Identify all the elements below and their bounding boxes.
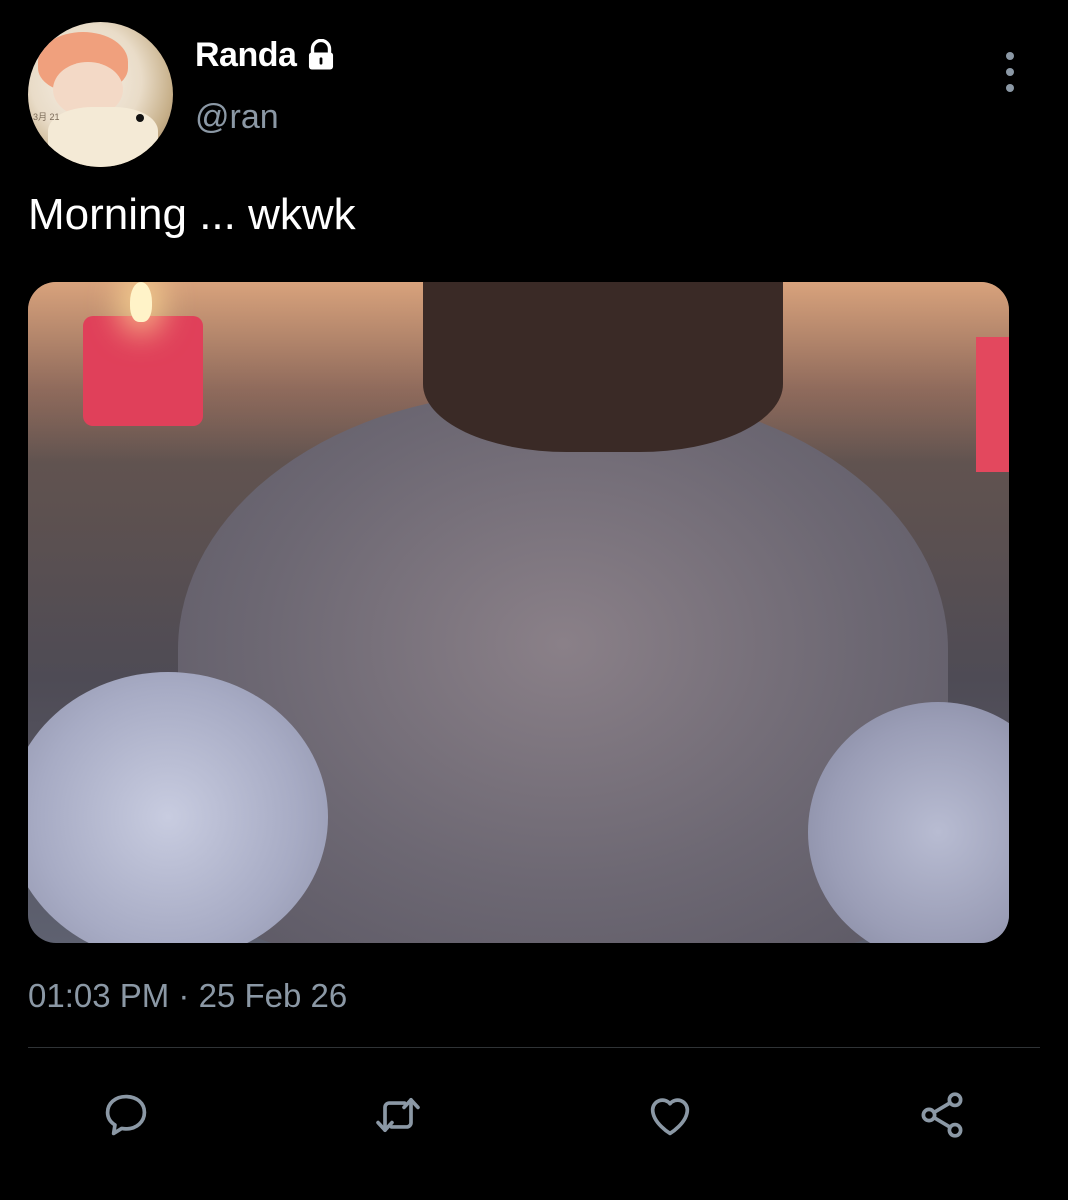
retweet-icon bbox=[376, 1097, 420, 1133]
share-icon bbox=[921, 1092, 963, 1138]
author-name-row[interactable]: Randa bbox=[195, 36, 338, 75]
more-options-icon[interactable] bbox=[996, 52, 1024, 92]
tweet-timestamp[interactable]: 01:03 PM · 25 Feb 26 bbox=[28, 977, 347, 1015]
tweet-detail: 3月 21 Randa @ran Morning ... wkwk 01:03 … bbox=[0, 0, 1068, 1200]
media-candle-left bbox=[83, 316, 203, 426]
avatar-mic bbox=[136, 114, 144, 122]
more-dot bbox=[1006, 52, 1014, 60]
display-name[interactable]: Randa bbox=[195, 36, 297, 75]
more-dot bbox=[1006, 84, 1014, 92]
tweet-media-image[interactable] bbox=[28, 282, 1009, 943]
comment-icon bbox=[105, 1094, 147, 1136]
more-dot bbox=[1006, 68, 1014, 76]
avatar[interactable]: 3月 21 bbox=[28, 22, 173, 167]
action-bar bbox=[0, 1085, 1068, 1145]
user-handle[interactable]: @ran bbox=[195, 98, 279, 137]
tweet-text: Morning ... wkwk bbox=[28, 190, 356, 239]
media-hair bbox=[423, 282, 783, 452]
media-candle-right bbox=[976, 337, 1009, 472]
heart-icon bbox=[650, 1098, 690, 1136]
avatar-badge-text: 3月 21 bbox=[33, 112, 60, 122]
media-flame bbox=[130, 282, 152, 322]
share-button[interactable] bbox=[912, 1085, 972, 1145]
lock-icon bbox=[304, 38, 338, 73]
reply-button[interactable] bbox=[96, 1085, 156, 1145]
retweet-button[interactable] bbox=[368, 1085, 428, 1145]
divider bbox=[28, 1047, 1040, 1048]
like-button[interactable] bbox=[640, 1085, 700, 1145]
